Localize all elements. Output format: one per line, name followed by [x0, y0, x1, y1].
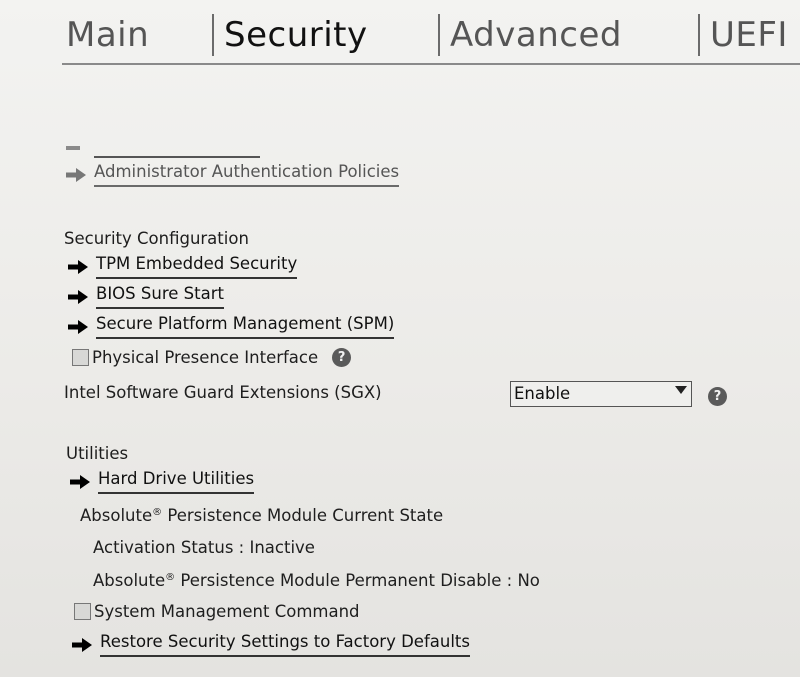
- sgx-label: Intel Software Guard Extensions (SGX): [64, 383, 382, 402]
- absolute-brand: Absolute: [80, 506, 153, 525]
- right-arrow-icon: [66, 146, 80, 150]
- absolute-permanent-disable-label: Absolute® Persistence Module Permanent D…: [93, 571, 540, 590]
- restore-security-defaults-link[interactable]: Restore Security Settings to Factory Def…: [72, 632, 470, 657]
- section-heading-utilities: Utilities: [66, 444, 129, 463]
- tab-underline: [62, 63, 800, 65]
- hard-drive-utilities-label: Hard Drive Utilities: [98, 469, 255, 494]
- chevron-down-icon: [675, 386, 687, 394]
- section-heading-security-configuration: Security Configuration: [64, 229, 249, 248]
- admin-auth-policies-link[interactable]: Administrator Authentication Policies: [66, 162, 400, 187]
- physical-presence-interface-checkbox[interactable]: [72, 349, 89, 366]
- system-management-command-checkbox[interactable]: [74, 603, 91, 620]
- tab-separator: [438, 14, 440, 56]
- physical-presence-interface-row: Physical Presence Interface ?: [72, 348, 352, 367]
- help-icon[interactable]: ?: [708, 387, 727, 406]
- tab-uefi[interactable]: UEFI: [710, 12, 788, 58]
- registered-mark: ®: [152, 507, 163, 518]
- restore-security-defaults-label: Restore Security Settings to Factory Def…: [100, 632, 470, 657]
- tpm-embedded-security-link[interactable]: TPM Embedded Security: [68, 254, 298, 279]
- admin-auth-policies-label: Administrator Authentication Policies: [94, 162, 400, 187]
- system-management-command-label: System Management Command: [94, 602, 360, 621]
- tab-main[interactable]: Main: [66, 12, 149, 58]
- right-arrow-icon: [72, 637, 92, 652]
- tab-separator: [212, 14, 214, 56]
- sgx-select[interactable]: Enable: [510, 381, 692, 407]
- absolute-brand: Absolute: [93, 571, 166, 590]
- system-management-command-row: System Management Command: [74, 602, 360, 621]
- tab-advanced[interactable]: Advanced: [450, 12, 622, 58]
- registered-mark: ®: [165, 572, 176, 583]
- absolute-current-state-label: Absolute® Persistence Module Current Sta…: [80, 506, 443, 525]
- sgx-select-value: Enable: [514, 384, 571, 403]
- right-arrow-icon: [68, 319, 88, 334]
- bios-sure-start-label: BIOS Sure Start: [96, 284, 224, 309]
- right-arrow-icon: [68, 289, 88, 304]
- activation-status-label: Activation Status : Inactive: [93, 538, 315, 557]
- tab-security[interactable]: Security: [224, 12, 368, 58]
- physical-presence-interface-label: Physical Presence Interface: [92, 348, 319, 367]
- absolute-current-state-text: Persistence Module Current State: [162, 506, 444, 525]
- help-icon[interactable]: ?: [332, 348, 352, 367]
- tpm-embedded-security-label: TPM Embedded Security: [96, 254, 298, 279]
- hard-drive-utilities-link[interactable]: Hard Drive Utilities: [70, 469, 255, 494]
- absolute-permanent-disable-text: Persistence Module Permanent Disable : N…: [175, 571, 540, 590]
- scrolled-off-link[interactable]: [94, 148, 260, 158]
- right-arrow-icon: [68, 259, 88, 274]
- bios-sure-start-link[interactable]: BIOS Sure Start: [68, 284, 224, 309]
- right-arrow-icon: [66, 167, 86, 182]
- secure-platform-management-link[interactable]: Secure Platform Management (SPM): [68, 314, 395, 339]
- tab-separator: [698, 14, 700, 56]
- secure-platform-management-label: Secure Platform Management (SPM): [96, 314, 395, 339]
- right-arrow-icon: [70, 474, 90, 489]
- tab-bar: Main Security Advanced UEFI: [0, 0, 800, 66]
